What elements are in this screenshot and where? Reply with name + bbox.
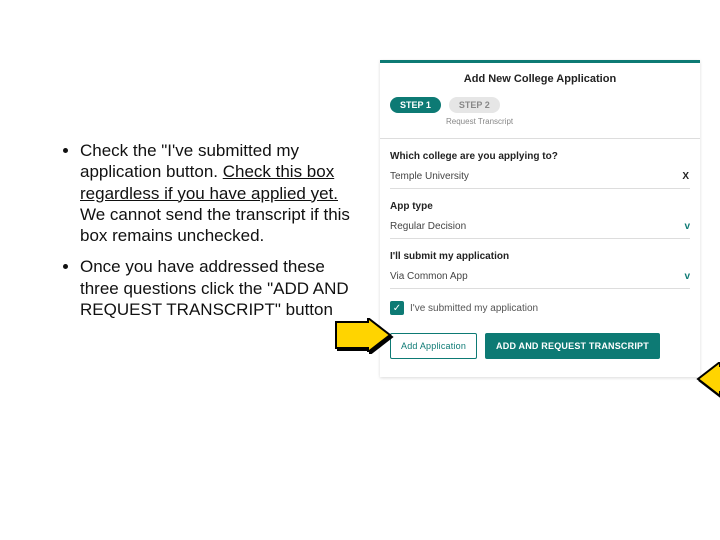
step-caption: Request Transcript [446, 117, 690, 126]
button-row: Add Application ADD AND REQUEST TRANSCRI… [390, 333, 690, 359]
apptype-value: Regular Decision [390, 221, 466, 232]
apptype-field[interactable]: Regular Decision v [390, 217, 690, 239]
clear-icon[interactable]: X [682, 171, 690, 182]
submitted-checkbox-row[interactable]: ✓ I've submitted my application [390, 301, 690, 315]
chevron-down-icon: v [684, 221, 690, 232]
step-2-pill[interactable]: STEP 2 [449, 97, 500, 113]
divider [380, 138, 700, 139]
add-application-panel: Add New College Application STEP 1 STEP … [380, 60, 700, 377]
slide: Check the "I've submitted my application… [0, 0, 720, 540]
step-1-pill[interactable]: STEP 1 [390, 97, 441, 113]
columns: Check the "I've submitted my application… [60, 60, 720, 420]
submit-method-field[interactable]: Via Common App v [390, 267, 690, 289]
chevron-down-icon: v [684, 271, 690, 282]
label-which-college: Which college are you applying to? [390, 151, 690, 162]
bullet-1: Check the "I've submitted my application… [80, 140, 360, 246]
label-app-type: App type [390, 201, 690, 212]
add-and-request-transcript-button[interactable]: ADD AND REQUEST TRANSCRIPT [485, 333, 660, 359]
label-submit-method: I'll submit my application [390, 251, 690, 262]
add-application-button[interactable]: Add Application [390, 333, 477, 359]
check-icon[interactable]: ✓ [390, 301, 404, 315]
instruction-text: Check the "I've submitted my application… [60, 60, 360, 420]
checkbox-label: I've submitted my application [410, 303, 538, 314]
bullet-2: Once you have addressed these three ques… [80, 256, 360, 320]
pointer-arrow-checkbox [334, 318, 392, 357]
college-value: Temple University [390, 171, 469, 182]
bullet-1-post: We cannot send the transcript if this bo… [80, 205, 350, 245]
app-panel-wrap: Add New College Application STEP 1 STEP … [380, 60, 710, 420]
submit-value: Via Common App [390, 271, 468, 282]
pointer-arrow-button [696, 362, 720, 401]
college-field[interactable]: Temple University X [390, 167, 690, 189]
step-indicator: STEP 1 STEP 2 [390, 97, 690, 113]
panel-title: Add New College Application [390, 73, 690, 85]
